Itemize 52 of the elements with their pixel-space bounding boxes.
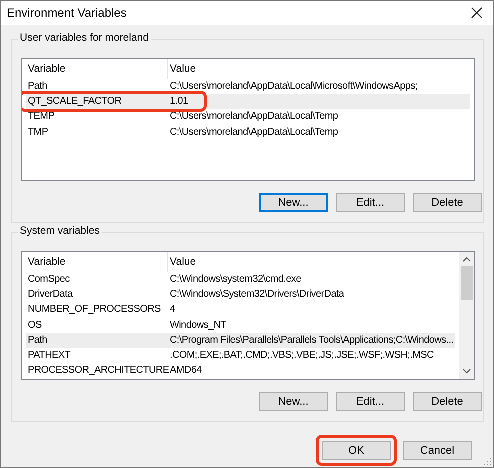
list-row[interactable]: OS Windows_NT xyxy=(26,318,455,333)
column-header[interactable]: Value xyxy=(168,59,470,79)
scrollbar[interactable] xyxy=(459,252,474,379)
list-row[interactable]: NUMBER_OF_PROCESSORS 4 xyxy=(26,302,455,318)
window-title: Environment Variables xyxy=(7,6,127,20)
dialog-button[interactable]: Edit... xyxy=(336,193,405,212)
list-row[interactable]: ComSpec C:\Windows\system32\cmd.exe xyxy=(26,272,455,288)
variable-cell-text: NUMBER_OF_PROCESSORS xyxy=(27,303,162,318)
variable-cell-text: PATHEXT xyxy=(27,348,72,363)
variable-cell-text: PROCESSOR_ARCHITECTURE xyxy=(27,364,168,378)
variable-cell-text: Path xyxy=(27,80,48,94)
dialog-button[interactable]: New... xyxy=(259,392,328,411)
value-cell-text: C:\Users\moreland\AppData\Local\Temp xyxy=(169,110,338,124)
list-row[interactable]: QT_SCALE_FACTOR 1.01 xyxy=(26,94,470,110)
variable-cell-text: TMP xyxy=(27,126,50,140)
dialog-button[interactable]: Edit... xyxy=(336,392,405,411)
variable-cell-text: DriverData xyxy=(27,288,74,302)
dialog-button[interactable]: Delete xyxy=(413,392,482,411)
variable-cell-text: OS xyxy=(27,318,43,333)
value-cell-text: AMD64 xyxy=(170,364,202,378)
column-header[interactable]: Variable xyxy=(26,59,168,79)
list-row[interactable]: TEMP C:\Users\moreland\AppData\Local\Temp xyxy=(26,109,470,125)
value-cell-text: C:\Users\moreland\AppData\Local\Temp xyxy=(169,126,338,140)
list-row[interactable]: PROCESSOR_ARCHITECTUREAMD64 xyxy=(26,363,455,378)
resize-grip-icon[interactable] xyxy=(484,458,492,466)
variable-cell-text: QT_SCALE_FACTOR xyxy=(27,95,123,110)
variable-cell-text: TEMP xyxy=(27,110,56,124)
list-row[interactable]: Path C:\Program Files\Parallels\Parallels Tools\Applications;C:\Windows... xyxy=(26,332,455,348)
dialog-button[interactable]: New... xyxy=(259,193,328,212)
value-cell-text: C:\Users\moreland\AppData\Local\Microsoft\WindowsApps; xyxy=(169,80,418,94)
value-cell-text: 1.01 xyxy=(169,95,188,110)
list-row[interactable]: DriverData C:\Windows\System32\Drivers\DriverData xyxy=(26,287,455,302)
close-icon[interactable] xyxy=(471,7,483,19)
column-header[interactable]: Value xyxy=(168,252,455,272)
value-cell-text: .COM;.EXE;.BAT;.CMD;.VBS;.VBE;.JS;.JSE;.WSF;.WSH;.MSC xyxy=(169,348,434,363)
group-title: System variables xyxy=(18,225,102,237)
list-row[interactable]: Path C:\Users\moreland\AppData\Local\Microsoft\WindowsApps; xyxy=(26,79,470,94)
value-cell-text: C:\Windows\System32\Drivers\DriverData xyxy=(169,288,344,302)
list-row[interactable]: PATHEXT .COM;.EXE;.BAT;.CMD;.VBS;.VBE;.JS;.JSE;.WSF;.WSH;.MSC xyxy=(26,348,455,364)
group-title: User variables for moreland xyxy=(18,32,151,44)
column-header[interactable]: Variable xyxy=(26,252,168,272)
value-cell-text: 4 xyxy=(169,303,176,318)
dialog-button[interactable]: Cancel xyxy=(403,441,472,460)
variable-cell-text: ComSpec xyxy=(27,273,71,287)
variable-cell-text: Path xyxy=(27,334,48,348)
list-row[interactable]: TMP C:\Users\moreland\AppData\Local\Temp xyxy=(26,124,470,140)
scrollbar-thumb[interactable] xyxy=(460,266,472,300)
dialog-button[interactable]: Delete xyxy=(413,193,482,212)
dialog-button[interactable]: OK xyxy=(322,441,391,460)
value-cell-text: C:\Windows\system32\cmd.exe xyxy=(169,273,302,287)
value-cell-text: Windows_NT xyxy=(169,318,226,333)
value-cell-text: C:\Program Files\Parallels\Parallels Tools\Applications;C:\Windows... xyxy=(169,334,454,348)
